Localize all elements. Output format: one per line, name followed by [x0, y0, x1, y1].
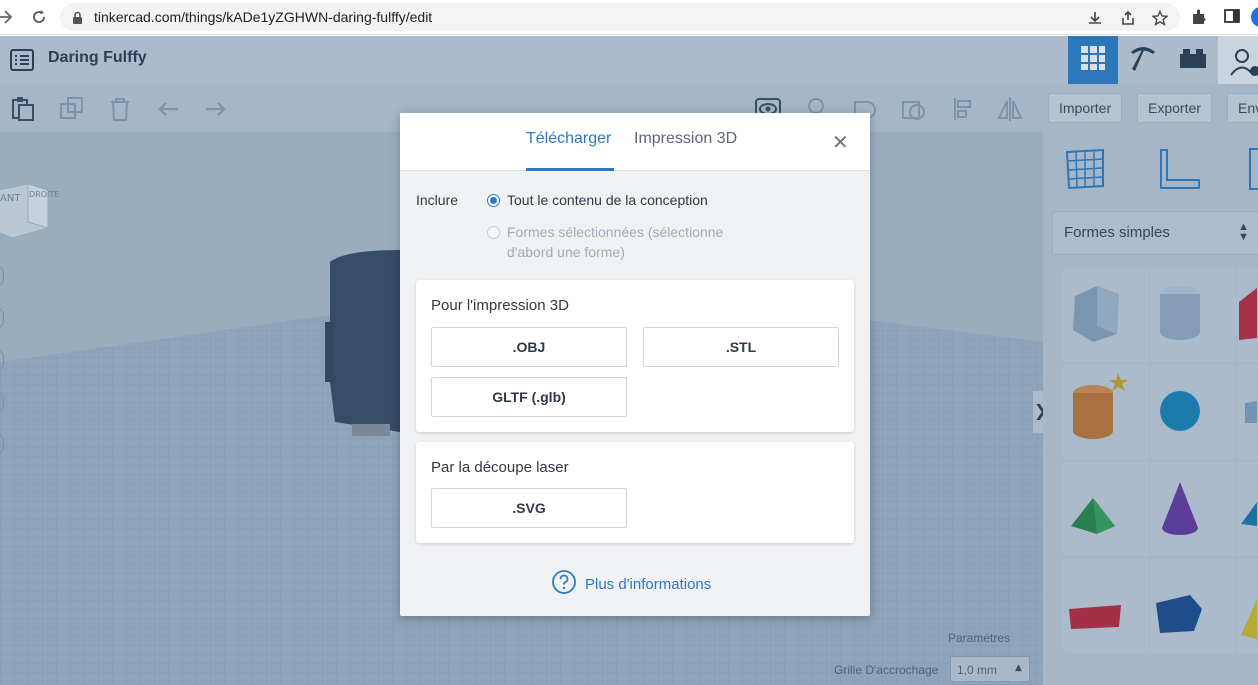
stl-button[interactable]: .STL: [643, 327, 839, 367]
more-info-text[interactable]: Plus d'informations: [585, 576, 711, 593]
close-icon[interactable]: ✕: [832, 132, 849, 152]
extensions-icon[interactable]: [1190, 8, 1208, 30]
url-text: tinkercad.com/things/kADe1yZGHWN-daring-…: [94, 9, 433, 25]
radio-all-content[interactable]: [487, 194, 500, 207]
option-all-label[interactable]: Tout le contenu de la conception: [507, 192, 708, 208]
more-info-link[interactable]: Plus d'informations: [552, 570, 711, 598]
card-3d-printing: Pour l'impression 3D .OBJ .STL GLTF (.gl…: [416, 280, 854, 432]
profile-avatar-icon[interactable]: [1250, 6, 1258, 32]
lock-icon: [72, 10, 83, 29]
card-laser-cutting: Par la découpe laser .SVG: [416, 442, 854, 543]
browser-toolbar: tinkercad.com/things/kADe1yZGHWN-daring-…: [0, 0, 1258, 35]
address-bar[interactable]: tinkercad.com/things/kADe1yZGHWN-daring-…: [60, 3, 1180, 31]
section-3d-title: Pour l'impression 3D: [431, 297, 569, 314]
sidepanel-icon[interactable]: [1224, 8, 1240, 28]
help-circle-icon: [552, 570, 576, 598]
share-icon[interactable]: [1120, 10, 1136, 30]
back-arrow-icon[interactable]: [0, 6, 16, 28]
section-laser-title: Par la découpe laser: [431, 459, 569, 476]
active-tab-indicator: [526, 168, 614, 171]
tab-3d-print[interactable]: Impression 3D: [634, 130, 737, 148]
option-selected-line2: d'abord une forme): [507, 244, 625, 260]
download-icon[interactable]: [1087, 10, 1103, 30]
obj-button[interactable]: .OBJ: [431, 327, 627, 367]
export-dialog: Télécharger Impression 3D ✕ Inclure Tout…: [400, 113, 870, 616]
tab-download[interactable]: Télécharger: [526, 130, 611, 148]
reload-icon[interactable]: [28, 6, 50, 28]
radio-selected-shapes[interactable]: [487, 226, 500, 239]
include-label: Inclure: [416, 192, 459, 208]
gltf-button[interactable]: GLTF (.glb): [431, 377, 627, 417]
svg-button[interactable]: .SVG: [431, 488, 627, 528]
dialog-header: Télécharger Impression 3D ✕: [400, 113, 870, 171]
option-selected-line1: Formes sélectionnées (sélectionne: [507, 224, 724, 240]
bookmark-star-icon[interactable]: [1151, 9, 1169, 30]
